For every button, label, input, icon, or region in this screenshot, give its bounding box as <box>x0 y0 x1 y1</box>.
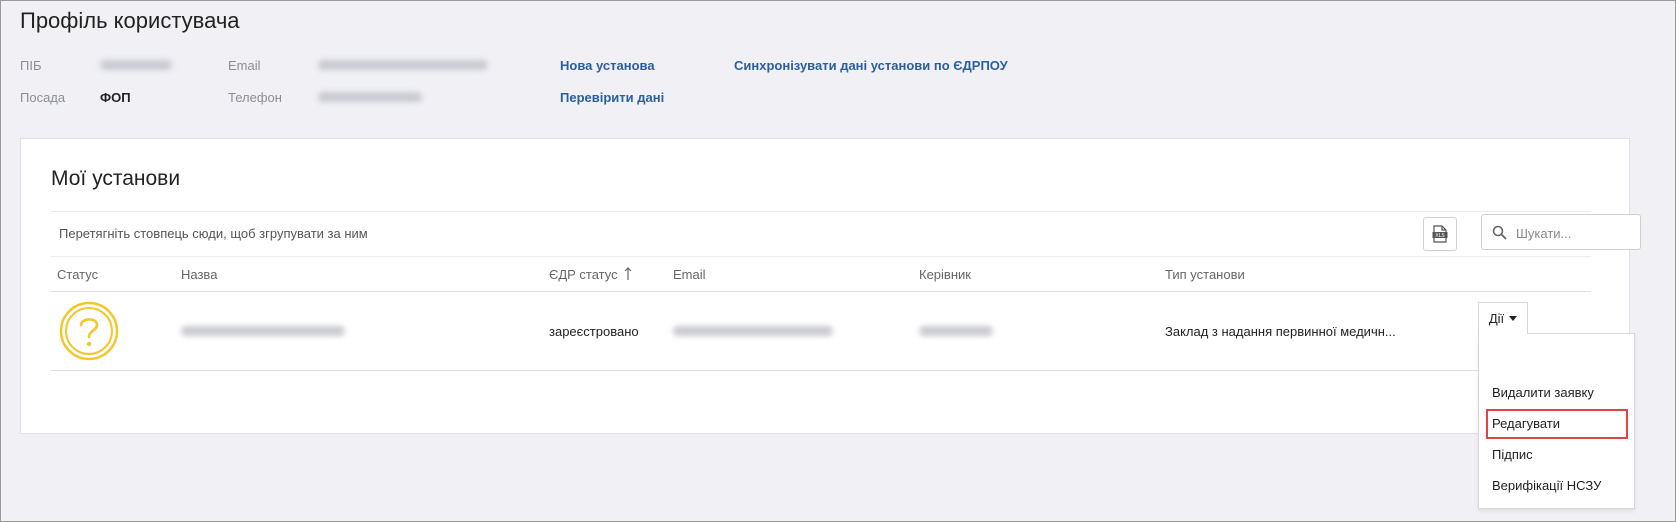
column-header-name[interactable]: Назва <box>181 267 217 282</box>
institutions-card: Мої установи Перетягніть стовпець сюди, … <box>20 138 1641 434</box>
search-input[interactable] <box>1516 223 1634 243</box>
sync-edrpou-link[interactable]: Синхронізувати дані установи по ЄДРПОУ <box>734 58 1008 73</box>
menu-item-delete-request[interactable]: Видалити заявку <box>1486 378 1628 408</box>
question-circle-icon <box>59 301 119 361</box>
table-header: Статус Назва ЄДР статус Email Керівник Т… <box>51 257 1591 292</box>
director-redacted <box>919 326 993 336</box>
menu-item-nszu-verification[interactable]: Верифікації НСЗУ <box>1486 471 1628 501</box>
column-header-edr-status[interactable]: ЄДР статус <box>549 267 632 282</box>
menu-item-signature[interactable]: Підпис <box>1486 440 1628 470</box>
institution-name-redacted <box>181 326 345 336</box>
actions-button-label: Дії <box>1488 311 1505 326</box>
column-header-email[interactable]: Email <box>673 267 706 282</box>
pib-value-redacted <box>100 60 172 70</box>
export-xls-button[interactable]: XLS <box>1423 217 1457 251</box>
search-field[interactable] <box>1481 214 1641 250</box>
actions-menu: Видалити заявку Редагувати Підпис Верифі… <box>1478 333 1635 509</box>
search-icon <box>1492 225 1507 240</box>
check-data-link[interactable]: Перевірити дані <box>560 90 664 105</box>
column-header-status[interactable]: Статус <box>57 267 98 282</box>
institution-type-cell: Заклад з надання первинної медичн... <box>1165 324 1396 339</box>
institutions-title: Мої установи <box>51 167 181 190</box>
caret-down-icon <box>1509 316 1518 321</box>
sort-ascending-icon <box>624 267 632 280</box>
column-header-edr-status-label: ЄДР статус <box>549 267 618 282</box>
svg-text:XLS: XLS <box>1435 233 1444 239</box>
position-label: Посада <box>20 90 66 105</box>
new-institution-link[interactable]: Нова установа <box>560 58 655 73</box>
phone-value-redacted <box>318 92 422 102</box>
edr-status-cell: зареєстровано <box>549 324 639 339</box>
institution-email-redacted <box>673 326 833 336</box>
actions-dropdown-button[interactable]: Дії <box>1478 302 1528 334</box>
email-label: Email <box>228 58 261 73</box>
column-header-director[interactable]: Керівник <box>919 267 971 282</box>
phone-label: Телефон <box>228 90 282 105</box>
xls-file-icon: XLS <box>1432 225 1448 243</box>
group-panel-hint: Перетягніть стовпець сюди, щоб згрупуват… <box>59 226 368 241</box>
table-row[interactable]: зареєстровано Заклад з надання первинної… <box>51 292 1591 371</box>
position-value: ФОП <box>100 90 131 105</box>
pib-label: ПІБ <box>20 58 42 73</box>
group-panel[interactable]: Перетягніть стовпець сюди, щоб згрупуват… <box>51 211 1641 257</box>
column-header-type[interactable]: Тип установи <box>1165 267 1245 282</box>
menu-item-edit[interactable]: Редагувати <box>1486 409 1628 439</box>
page-title: Профіль користувача <box>20 8 240 33</box>
email-value-redacted <box>318 60 488 70</box>
